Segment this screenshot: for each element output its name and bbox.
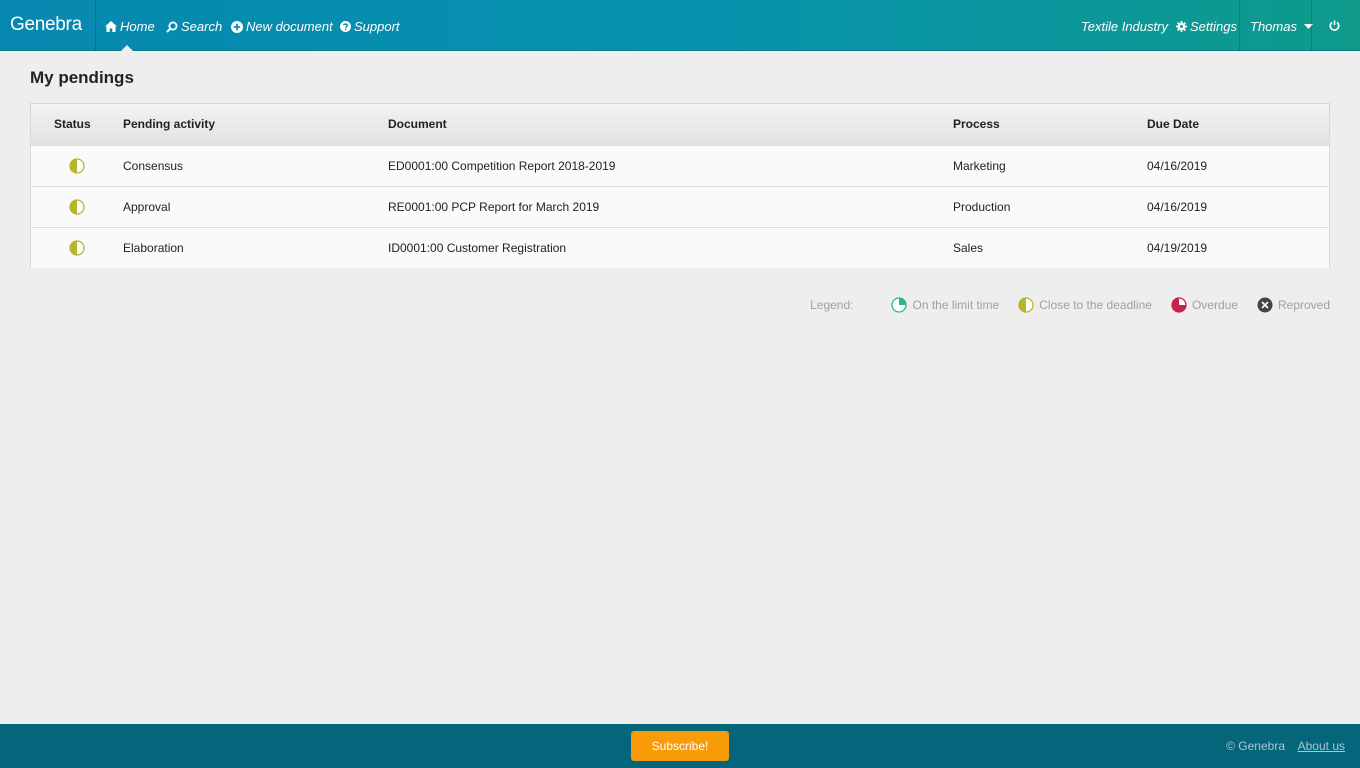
x-circle-icon [1257,297,1273,313]
due-date-cell: 04/16/2019 [1147,199,1208,214]
logout-button[interactable] [1329,20,1340,31]
half-pie-icon [69,198,85,215]
column-header-due-date[interactable]: Due Date [1147,104,1329,145]
document-cell[interactable]: ID0001:00 Customer Registration [388,227,953,268]
company-name: Textile Industry [1081,19,1168,34]
legend-item-overdue: Overdue [1171,297,1238,313]
column-header-status[interactable]: Status [31,104,123,145]
activity-cell: Consensus [123,158,184,173]
top-navbar: Genebra Home Search New document Support [0,0,1360,51]
document-cell[interactable]: RE0001:00 PCP Report for March 2019 [388,186,953,227]
three-quarter-pie-icon [1171,297,1187,313]
nav-support[interactable]: Support [340,19,400,34]
nav-search-label: Search [181,19,223,34]
company-selector[interactable]: Textile Industry [1081,19,1168,34]
legend-item-reproved: Reproved [1257,297,1330,313]
legend-item-on-limit-time: On the limit time [891,297,999,313]
user-name: Thomas [1250,19,1297,34]
status-cell [31,227,123,268]
half-pie-icon [69,240,85,256]
nav-new-document-label: New document [246,19,333,34]
legend-item-close-to-deadline: Close to the deadline [1018,297,1152,313]
column-header-pending-activity[interactable]: Pending activity [123,104,388,145]
legend-item-label: On the limit time [912,298,1000,312]
status-cell [31,186,123,227]
table-header-row: Status Pending activity Document Process… [31,104,1329,145]
process-cell: Marketing [953,158,1006,173]
home-icon [105,21,117,32]
table-row[interactable]: Elaboration ID0001:00 Customer Registrat… [31,227,1329,268]
nav-divider [1311,0,1312,51]
column-header-document[interactable]: Document [388,104,953,145]
gear-icon [1176,21,1187,32]
half-pie-icon [1018,297,1034,313]
quarter-pie-icon [891,297,908,313]
status-legend: Legend: On the limit time Close to the d… [810,297,1330,313]
due-date-cell: 04/19/2019 [1147,240,1208,255]
nav-new-document[interactable]: New document [231,19,333,34]
legend-item-label: Close to the deadline [1039,298,1152,312]
nav-search[interactable]: Search [166,19,222,34]
document-cell[interactable]: ED0001:00 Competition Report 2018-2019 [388,145,953,186]
column-header-process[interactable]: Process [953,104,1147,145]
nav-settings-label: Settings [1190,19,1237,34]
footer: Subscribe! © Genebra About us [0,724,1360,768]
brand-logo[interactable]: Genebra [10,14,82,36]
nav-home[interactable]: Home [105,19,155,34]
nav-divider [95,0,96,51]
legend-item-label: Overdue [1191,298,1238,312]
nav-home-label: Home [120,19,155,34]
status-cell [31,145,123,186]
plus-circle-icon [231,20,243,33]
table-row[interactable]: Approval RE0001:00 PCP Report for March … [31,186,1329,227]
process-cell: Production [953,199,1011,214]
due-date-cell: 04/16/2019 [1147,158,1208,173]
active-nav-indicator [121,45,133,51]
user-menu[interactable]: Thomas [1250,19,1313,34]
page-title: My pendings [30,68,134,87]
legend-item-label: Reproved [1277,298,1330,312]
question-circle-icon [340,21,351,32]
process-cell: Sales [953,240,984,255]
nav-divider [1239,0,1240,51]
half-pie-icon [69,157,85,174]
subscribe-button[interactable]: Subscribe! [631,731,729,761]
about-us-link[interactable]: About us [1298,739,1345,753]
search-icon [166,21,178,33]
legend-label: Legend: [810,298,854,312]
table-row[interactable]: Consensus ED0001:00 Competition Report 2… [31,145,1329,186]
pendings-table: Status Pending activity Document Process… [30,103,1330,268]
copyright-text: © Genebra [1226,739,1285,753]
nav-support-label: Support [354,19,400,34]
activity-cell: Elaboration [123,240,184,255]
power-icon [1329,20,1340,31]
nav-settings[interactable]: Settings [1176,19,1237,34]
activity-cell: Approval [123,199,171,214]
